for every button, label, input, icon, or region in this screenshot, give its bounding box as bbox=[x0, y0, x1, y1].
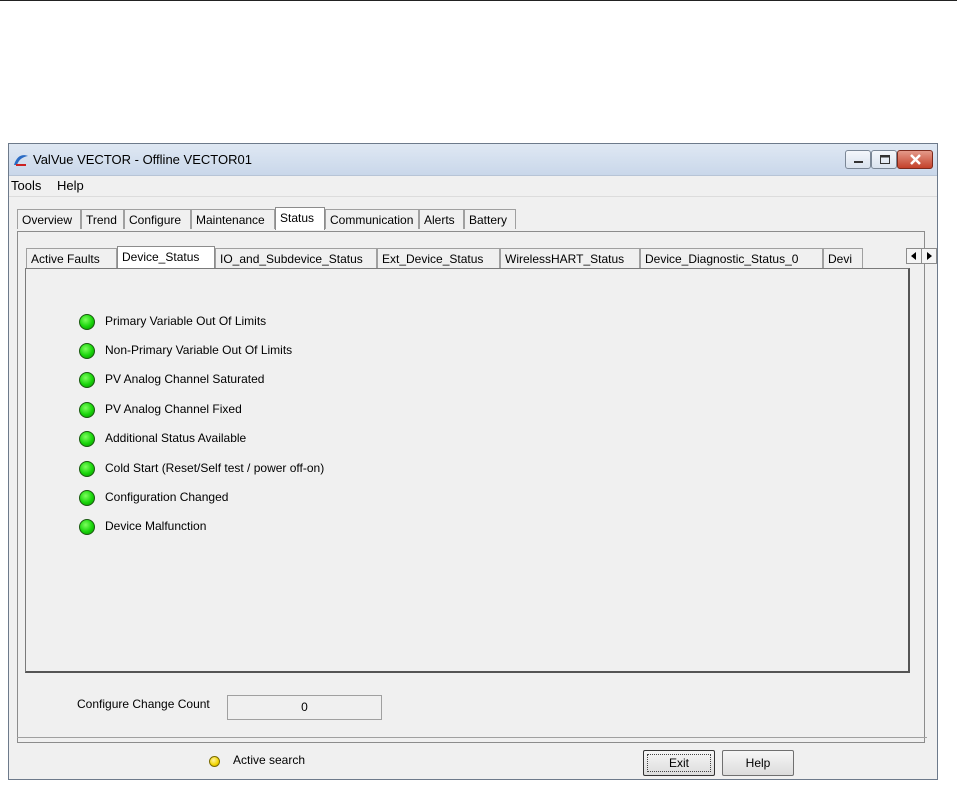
status-led-icon bbox=[79, 343, 95, 359]
status-led-icon bbox=[79, 372, 95, 388]
close-button[interactable] bbox=[897, 150, 933, 169]
tab-overview[interactable]: Overview bbox=[17, 209, 81, 229]
maximize-button[interactable] bbox=[871, 150, 897, 169]
close-icon bbox=[910, 154, 921, 165]
search-status-led-icon bbox=[209, 756, 220, 767]
title-bar[interactable]: ValVue VECTOR - Offline VECTOR01 bbox=[9, 144, 937, 176]
subtab-io-subdevice-status[interactable]: IO_and_Subdevice_Status bbox=[215, 248, 377, 268]
subtab-truncated[interactable]: Devi bbox=[823, 248, 863, 268]
tab-status[interactable]: Status bbox=[275, 207, 325, 230]
tab-maintenance[interactable]: Maintenance bbox=[191, 209, 275, 229]
footer-divider bbox=[17, 737, 927, 738]
arrow-right-icon bbox=[927, 252, 932, 260]
search-status-label: Active search bbox=[233, 753, 306, 767]
subtab-active-faults[interactable]: Active Faults bbox=[26, 248, 117, 268]
status-label: Cold Start (Reset/Self test / power off-… bbox=[105, 461, 325, 475]
status-led-icon bbox=[79, 402, 95, 418]
status-label: Configuration Changed bbox=[105, 490, 229, 504]
minimize-button[interactable] bbox=[845, 150, 871, 169]
minimize-icon bbox=[854, 161, 863, 163]
menu-help[interactable]: Help bbox=[57, 178, 84, 193]
status-label: Additional Status Available bbox=[105, 431, 247, 445]
window-title: ValVue VECTOR - Offline VECTOR01 bbox=[33, 152, 252, 167]
tab-alerts[interactable]: Alerts bbox=[419, 209, 464, 229]
status-label: Non-Primary Variable Out Of Limits bbox=[105, 343, 293, 357]
tab-scroll-right-button[interactable] bbox=[921, 248, 937, 264]
tab-battery[interactable]: Battery bbox=[464, 209, 516, 229]
arrow-left-icon bbox=[911, 252, 916, 260]
subtab-ext-device-status[interactable]: Ext_Device_Status bbox=[377, 248, 500, 268]
subtab-device-diagnostic-status-0[interactable]: Device_Diagnostic_Status_0 bbox=[640, 248, 823, 268]
config-change-count-label: Configure Change Count bbox=[77, 697, 210, 711]
status-led-icon bbox=[79, 314, 95, 330]
tab-scroll-left-button[interactable] bbox=[906, 248, 922, 264]
exit-button[interactable]: Exit bbox=[643, 750, 715, 776]
menu-bar: Tools Help bbox=[9, 176, 937, 197]
status-label: PV Analog Channel Fixed bbox=[105, 402, 242, 416]
app-window: ValVue VECTOR - Offline VECTOR01 Tools H… bbox=[8, 143, 938, 780]
subtab-wirelesshart-status[interactable]: WirelessHART_Status bbox=[500, 248, 640, 268]
status-sub-tab-strip: Active Faults Device_Status IO_and_Subde… bbox=[26, 246, 902, 268]
status-led-icon bbox=[79, 490, 95, 506]
top-rule bbox=[0, 0, 957, 1]
status-led-icon bbox=[79, 519, 95, 535]
tab-trend[interactable]: Trend bbox=[81, 209, 124, 229]
status-label: Device Malfunction bbox=[105, 519, 207, 533]
status-led-icon bbox=[79, 431, 95, 447]
help-button[interactable]: Help bbox=[722, 750, 794, 776]
status-led-icon bbox=[79, 461, 95, 477]
status-label: PV Analog Channel Saturated bbox=[105, 372, 265, 386]
menu-tools[interactable]: Tools bbox=[11, 178, 41, 193]
config-change-count-value: 0 bbox=[227, 695, 382, 720]
app-logo-icon bbox=[14, 155, 28, 166]
status-label: Primary Variable Out Of Limits bbox=[105, 314, 267, 328]
subtab-device-status[interactable]: Device_Status bbox=[117, 246, 215, 268]
tab-configure[interactable]: Configure bbox=[124, 209, 191, 229]
focus-indicator bbox=[647, 754, 711, 772]
tab-communication[interactable]: Communication bbox=[325, 209, 419, 229]
maximize-icon bbox=[880, 155, 890, 164]
